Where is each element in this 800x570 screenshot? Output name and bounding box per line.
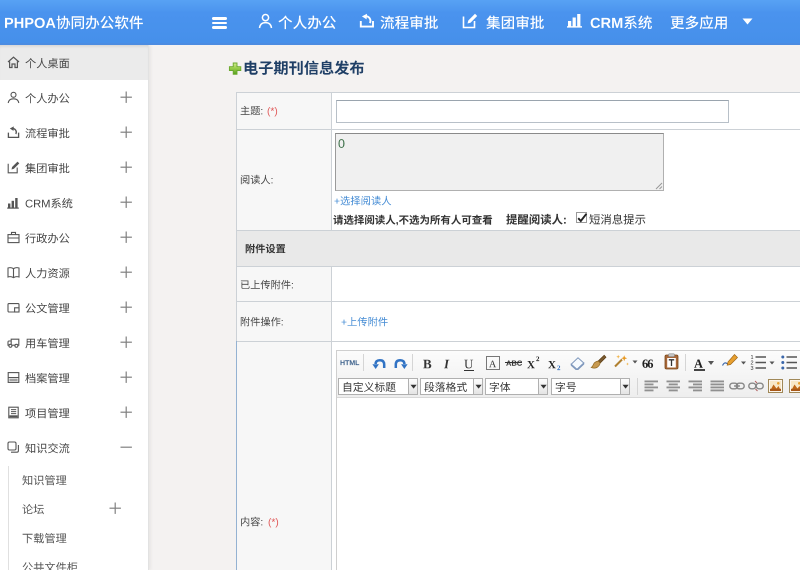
svg-text:3: 3	[751, 366, 754, 370]
